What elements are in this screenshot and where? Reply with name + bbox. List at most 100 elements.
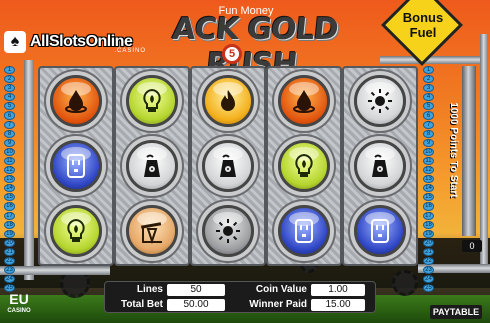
reel-4 [266,66,342,266]
payline-number[interactable]: 8 [4,129,15,138]
payline-number[interactable]: 15 [4,193,15,202]
paytable-button[interactable]: PAYTABLE [430,305,482,319]
payline-number[interactable]: 7 [4,120,15,129]
game-stage: ♠ AllSlotsOnline .CASINO ACK GOLD RUSH F… [0,0,490,323]
winner-paid-value: 15.00 [311,298,365,311]
lines-label: Lines [136,284,163,295]
payline-number[interactable]: 20 [4,238,15,247]
coin-value[interactable]: 1.00 [311,283,365,296]
bonus-fuel-line2: Fuel [409,25,437,40]
pipe-right [480,34,488,264]
payline-number[interactable]: 23 [4,266,15,275]
reel-1 [38,66,114,266]
total-bet-label: Total Bet [120,299,163,310]
payline-number[interactable]: 14 [4,184,15,193]
payline-number[interactable]: 17 [4,211,15,220]
points-meter-label: 1000 Points To Start [448,102,459,198]
payline-number[interactable]: 12 [4,166,15,175]
payline-number[interactable]: 16 [423,202,434,211]
payline-number[interactable]: 9 [423,138,434,147]
payline-number[interactable]: 12 [423,166,434,175]
bonus-fuel-line1: Bonus [402,10,444,25]
sun-icon [354,74,406,127]
payline-number[interactable]: 20 [423,238,434,247]
payline-number[interactable]: 16 [4,202,15,211]
payline-number[interactable]: 21 [423,247,434,256]
oil-drop-icon [278,74,330,127]
payline-number[interactable]: 5 [423,102,434,111]
sun-icon [202,205,254,258]
points-meter [462,66,476,236]
bonus-fuel-sign: Bonus Fuel [380,0,466,67]
light-bulb-icon [126,74,178,127]
payline-number[interactable]: 22 [423,256,434,266]
payline-number[interactable]: 17 [423,211,434,220]
payline-number[interactable]: 2 [423,75,434,84]
payline-column-right: 1 2 3 4 5 6 7 8 9 10 11 12 13 14 15 16 17 18 19 20 21 22 23 24 2… [423,66,434,293]
payline-number[interactable]: 2 [4,75,15,84]
payline-number[interactable]: 19 [423,229,434,238]
payline-number[interactable]: 4 [4,93,15,102]
power-outlet-icon [354,205,406,258]
pipe-left [24,60,34,280]
payline-number[interactable]: 3 [4,84,15,93]
payline-number[interactable]: 18 [4,220,15,229]
payline-number[interactable]: 22 [4,256,15,266]
power-outlet-icon [278,205,330,258]
light-bulb-icon [50,205,102,258]
spade-icon: ♠ [4,31,26,53]
payline-number[interactable]: 6 [4,111,15,120]
payline-number[interactable]: 18 [423,220,434,229]
eu-casino-logo: EU CASINO [4,291,34,321]
payline-number[interactable]: 10 [4,147,15,156]
eu-casino-brand: EU [9,291,29,307]
payline-number[interactable]: 24 [423,275,434,284]
coin-value-label: Coin Value [255,284,307,295]
payline-number[interactable]: 9 [4,138,15,147]
pipe-bottom-left [0,266,110,275]
oil-drop-icon [50,74,102,127]
site-logo[interactable]: ♠ AllSlotsOnline .CASINO [4,26,156,58]
payline-number[interactable]: 24 [4,275,15,284]
nuclear-plant-icon [126,139,178,192]
payline-number[interactable]: 21 [4,247,15,256]
payline-number[interactable]: 5 [4,102,15,111]
power-outlet-icon [50,139,102,192]
flame-icon [202,74,254,127]
eu-casino-sub: CASINO [7,308,31,314]
payline-number[interactable]: 11 [423,156,434,166]
payline-number[interactable]: 1 [4,66,15,75]
light-bulb-icon [278,139,330,192]
reel-area[interactable] [38,66,418,266]
lines-value[interactable]: 50 [167,283,225,296]
oil-pump-icon [126,205,178,258]
payline-number[interactable]: 23 [423,266,434,275]
payline-number[interactable]: 10 [423,147,434,156]
payline-number[interactable]: 3 [423,84,434,93]
bonus-fuel-text: Bonus Fuel [380,10,466,40]
nuclear-plant-icon [202,139,254,192]
logo-suffix: .CASINO [114,48,146,54]
payline-number[interactable]: 11 [4,156,15,166]
payline-number[interactable]: 19 [4,229,15,238]
reel-3 [190,66,266,266]
reel-2 [114,66,190,266]
total-bet-value: 50.00 [167,298,225,311]
payline-number[interactable]: 13 [4,175,15,184]
fun-money-label: Fun Money [218,5,274,17]
payline-number[interactable]: 6 [423,111,434,120]
payline-number[interactable]: 25 [423,284,434,293]
nuclear-plant-icon [354,139,406,192]
gear-icon [392,270,418,296]
payline-column-left: 1 2 3 4 5 6 7 8 9 10 11 12 13 14 15 16 17 18 19 20 21 22 23 24 2… [4,66,15,293]
payline-number[interactable]: 7 [423,120,434,129]
active-lines-badge: 5 [222,44,242,64]
payline-number[interactable]: 13 [423,175,434,184]
payline-number[interactable]: 1 [423,66,434,75]
payline-number[interactable]: 8 [423,129,434,138]
payline-number[interactable]: 4 [423,93,434,102]
points-meter-value: 0 [462,240,482,252]
payline-number[interactable]: 14 [423,184,434,193]
payline-number[interactable]: 15 [423,193,434,202]
reel-5 [342,66,418,266]
